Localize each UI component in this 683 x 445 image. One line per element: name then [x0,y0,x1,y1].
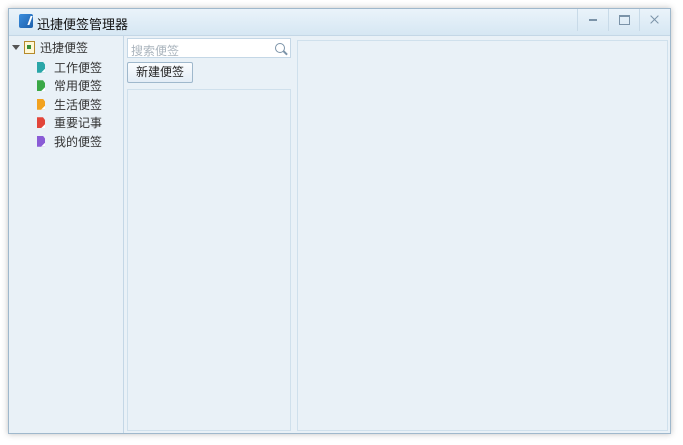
tree-item-mine[interactable]: 我的便签 [37,132,102,151]
tree-item-label: 我的便签 [54,134,103,149]
tree-item-life[interactable]: 生活便签 [37,95,102,114]
notebook-icon [24,40,35,54]
category-tree: 迅捷便签 工作便签 常用便签 生活便签 重要记事 我的便签 [9,36,124,433]
close-button[interactable] [639,9,670,31]
note-icon [37,80,45,92]
tree-item-label: 生活便签 [54,97,103,112]
tree-item-important[interactable]: 重要记事 [37,114,102,133]
note-list[interactable] [127,89,291,431]
window-controls [577,9,670,35]
window-title: 迅捷便签管理器 [37,18,129,33]
title-bar[interactable]: 迅捷便签管理器 [9,9,670,36]
tree-item-label: 重要记事 [54,116,103,131]
note-editor-pane[interactable] [297,40,668,431]
note-list-pane: 搜索便签 新建便签 [126,36,293,433]
tree-item-work[interactable]: 工作便签 [37,58,102,77]
search-input[interactable]: 搜索便签 [127,38,291,58]
app-window: 迅捷便签管理器 迅捷便签 工作便签 常用便签 生活便签 重要记事 我的便签 搜索… [8,8,671,434]
tree-root[interactable]: 迅捷便签 [12,39,88,55]
note-icon [37,61,45,73]
new-note-button[interactable]: 新建便签 [127,62,193,83]
note-icon [37,98,45,110]
minimize-button[interactable] [577,9,608,31]
tree-item-common[interactable]: 常用便签 [37,77,102,96]
expand-arrow-icon[interactable] [12,44,20,50]
tree-items: 工作便签 常用便签 生活便签 重要记事 我的便签 [37,58,102,151]
search-icon[interactable] [275,43,285,53]
search-placeholder: 搜索便签 [131,44,180,58]
note-icon [37,117,45,129]
tree-item-label: 常用便签 [54,79,103,94]
tree-item-label: 工作便签 [54,60,103,75]
maximize-button[interactable] [608,9,639,31]
note-icon [37,135,45,147]
tree-root-label: 迅捷便签 [40,40,89,55]
app-logo-icon [19,14,33,28]
